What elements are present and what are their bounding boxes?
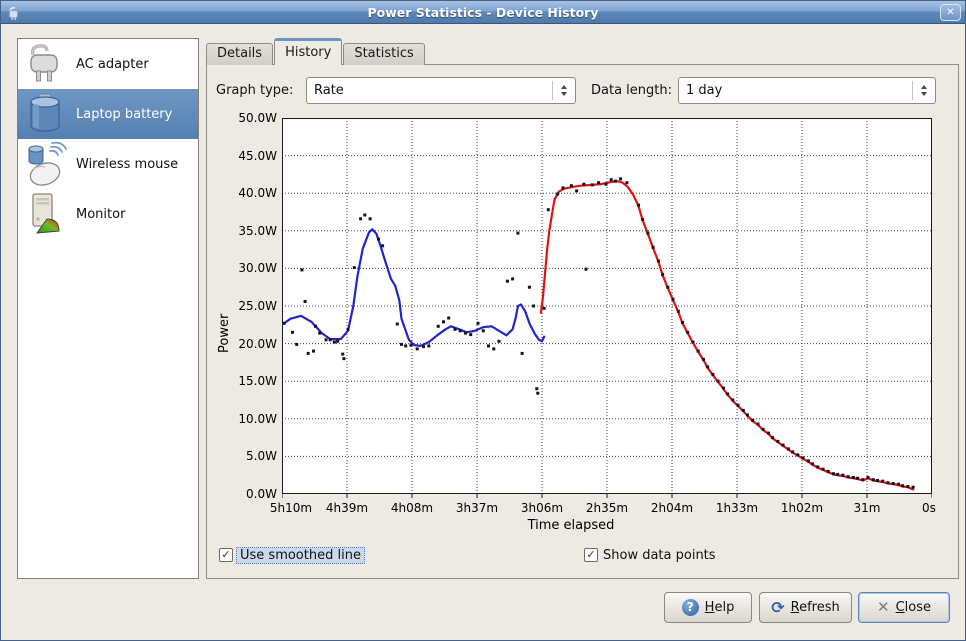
sidebar-item-label: Laptop battery (76, 107, 172, 122)
tab-statistics[interactable]: Statistics (343, 43, 424, 65)
y-tick-label: 50.0W (225, 111, 277, 125)
sidebar-item-ac-adapter[interactable]: AC adapter (18, 39, 198, 89)
close-button-label: Close (896, 600, 931, 615)
refresh-button[interactable]: ⟳ Refresh (759, 592, 852, 623)
use-smoothed-line-checkbox[interactable]: ✓ (219, 548, 233, 562)
combo-arrows-icon (553, 85, 575, 96)
power-statistics-window: Power Statistics - Device History ✕ AC a… (0, 0, 966, 641)
notebook-tabbar: Details History Statistics (206, 40, 426, 65)
data-length-value: 1 day (679, 83, 912, 98)
chart-plot-area (282, 118, 932, 499)
checkmark-icon: ✓ (221, 548, 230, 561)
show-data-points-label[interactable]: Show data points (603, 548, 716, 563)
tab-history[interactable]: History (274, 38, 342, 65)
y-tick-label: 5.0W (225, 449, 277, 463)
show-data-points-checkbox[interactable]: ✓ (584, 548, 598, 562)
data-length-label: Data length: (591, 83, 672, 98)
x-tick-label: 31m (837, 501, 897, 515)
monitor-icon (23, 191, 67, 237)
x-tick-label: 3h06m (512, 501, 572, 515)
window-title: Power Statistics - Device History (368, 5, 599, 20)
refresh-icon: ⟳ (771, 600, 784, 616)
sidebar-item-label: Monitor (76, 207, 125, 222)
y-tick-label: 0.0W (225, 487, 277, 501)
y-tick-label: 40.0W (225, 186, 277, 200)
x-tick-label: 1h33m (707, 501, 767, 515)
refresh-button-label: Refresh (791, 600, 840, 615)
x-axis-title: Time elapsed (451, 518, 691, 533)
device-list: AC adapter Laptop battery Wireless mouse (17, 38, 199, 579)
close-window-button[interactable]: ✕ (940, 4, 961, 21)
combo-arrows-icon (913, 85, 935, 96)
x-tick-label: 1h02m (772, 501, 832, 515)
app-icon (6, 4, 23, 21)
y-tick-label: 25.0W (225, 299, 277, 313)
help-button[interactable]: ? Help (664, 592, 752, 623)
battery-icon (23, 91, 67, 137)
help-button-label: Help (705, 600, 735, 615)
sidebar-item-label: AC adapter (76, 57, 149, 72)
help-icon: ? (682, 599, 699, 616)
graph-type-label: Graph type: (216, 83, 293, 98)
x-tick-label: 0s (899, 501, 959, 515)
x-tick-label: 4h39m (317, 501, 377, 515)
sidebar-item-wireless-mouse[interactable]: Wireless mouse (18, 139, 198, 189)
tab-details[interactable]: Details (206, 43, 273, 65)
x-tick-label: 4h08m (382, 501, 442, 515)
use-smoothed-line-label[interactable]: Use smoothed line (236, 547, 365, 564)
close-icon: ✕ (877, 600, 890, 615)
y-tick-label: 20.0W (225, 337, 277, 351)
y-tick-label: 45.0W (225, 149, 277, 163)
wireless-mouse-icon (23, 141, 67, 187)
y-tick-label: 30.0W (225, 261, 277, 275)
data-length-select[interactable]: 1 day (678, 77, 936, 104)
titlebar[interactable]: Power Statistics - Device History ✕ (1, 1, 965, 24)
checkmark-icon: ✓ (586, 548, 595, 561)
graph-type-select[interactable]: Rate (306, 77, 576, 104)
x-tick-label: 5h10m (261, 501, 321, 515)
sidebar-item-monitor[interactable]: Monitor (18, 189, 198, 239)
x-tick-label: 2h35m (577, 501, 637, 515)
x-tick-label: 3h37m (447, 501, 507, 515)
x-tick-label: 2h04m (642, 501, 702, 515)
sidebar-item-label: Wireless mouse (76, 157, 178, 172)
graph-type-value: Rate (307, 83, 552, 98)
y-tick-label: 15.0W (225, 374, 277, 388)
sidebar-item-laptop-battery[interactable]: Laptop battery (18, 89, 198, 139)
y-tick-label: 35.0W (225, 224, 277, 238)
ac-adapter-icon (23, 41, 67, 87)
y-tick-label: 10.0W (225, 412, 277, 426)
history-chart (282, 118, 932, 499)
close-icon: ✕ (946, 7, 954, 18)
close-button[interactable]: ✕ Close (858, 592, 950, 623)
